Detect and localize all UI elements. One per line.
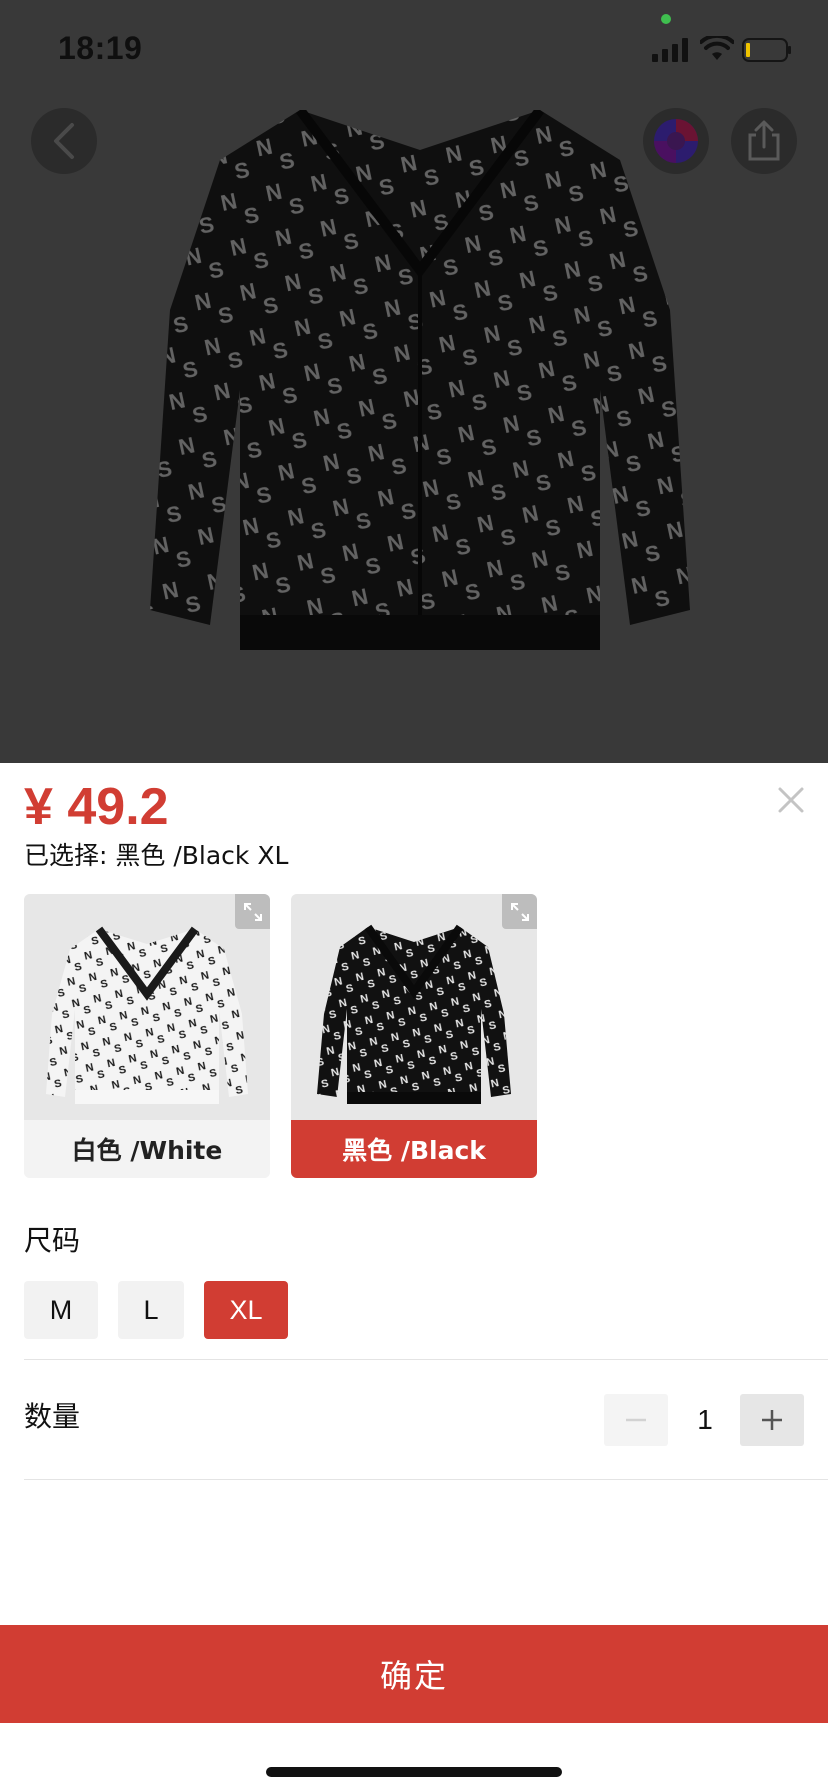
selected-variant-text: 已选择: 黑色 /Black XL xyxy=(24,841,289,870)
privacy-indicator-dot xyxy=(661,14,671,24)
close-icon[interactable] xyxy=(774,783,808,817)
sku-selector-sheet: ¥ 49.2 已选择: 黑色 /Black XL N S xyxy=(0,763,828,1792)
share-button[interactable] xyxy=(731,108,797,174)
divider xyxy=(24,1479,828,1480)
color-option-white[interactable]: N S 白色 /White xyxy=(24,894,270,1178)
expand-icon xyxy=(510,902,529,921)
quantity-value: 1 xyxy=(697,1404,713,1435)
color-option-label: 黑色 /Black xyxy=(291,1120,537,1178)
size-option-xl[interactable]: XL xyxy=(204,1281,288,1339)
confirm-button[interactable]: 确定 xyxy=(0,1625,828,1723)
back-button[interactable] xyxy=(31,108,97,174)
battery-icon xyxy=(742,38,791,62)
color-option-label: 白色 /White xyxy=(24,1120,270,1178)
black-cardigan-thumbnail: N S xyxy=(291,894,537,1120)
color-circle-icon xyxy=(654,119,698,163)
status-time: 18:19 xyxy=(58,30,143,66)
product-image-background: N S xyxy=(0,0,828,765)
status-bar: 18:19 xyxy=(0,0,828,100)
size-option-l[interactable]: L xyxy=(118,1281,184,1339)
share-icon xyxy=(748,120,780,161)
color-options: N S 白色 /White xyxy=(24,894,804,1178)
wifi-icon xyxy=(700,36,734,60)
plus-icon xyxy=(762,1410,782,1430)
divider xyxy=(24,1359,828,1360)
color-option-black[interactable]: N S 黑色 /Black xyxy=(291,894,537,1178)
quantity-section-title: 数量 xyxy=(24,1400,81,1433)
cellular-signal-icon xyxy=(652,38,688,62)
chevron-left-icon xyxy=(54,123,74,159)
size-option-m[interactable]: M xyxy=(24,1281,98,1339)
color-theme-button[interactable] xyxy=(643,108,709,174)
size-section-title: 尺码 xyxy=(24,1224,81,1257)
expand-image-button[interactable] xyxy=(502,894,537,929)
quantity-decrease-button[interactable] xyxy=(604,1394,668,1446)
price: ¥ 49.2 xyxy=(24,778,169,836)
minus-icon xyxy=(626,1418,646,1422)
expand-image-button[interactable] xyxy=(235,894,270,929)
expand-icon xyxy=(243,902,262,921)
white-cardigan-thumbnail: N S xyxy=(24,894,270,1120)
home-indicator xyxy=(266,1767,562,1777)
quantity-increase-button[interactable] xyxy=(740,1394,804,1446)
